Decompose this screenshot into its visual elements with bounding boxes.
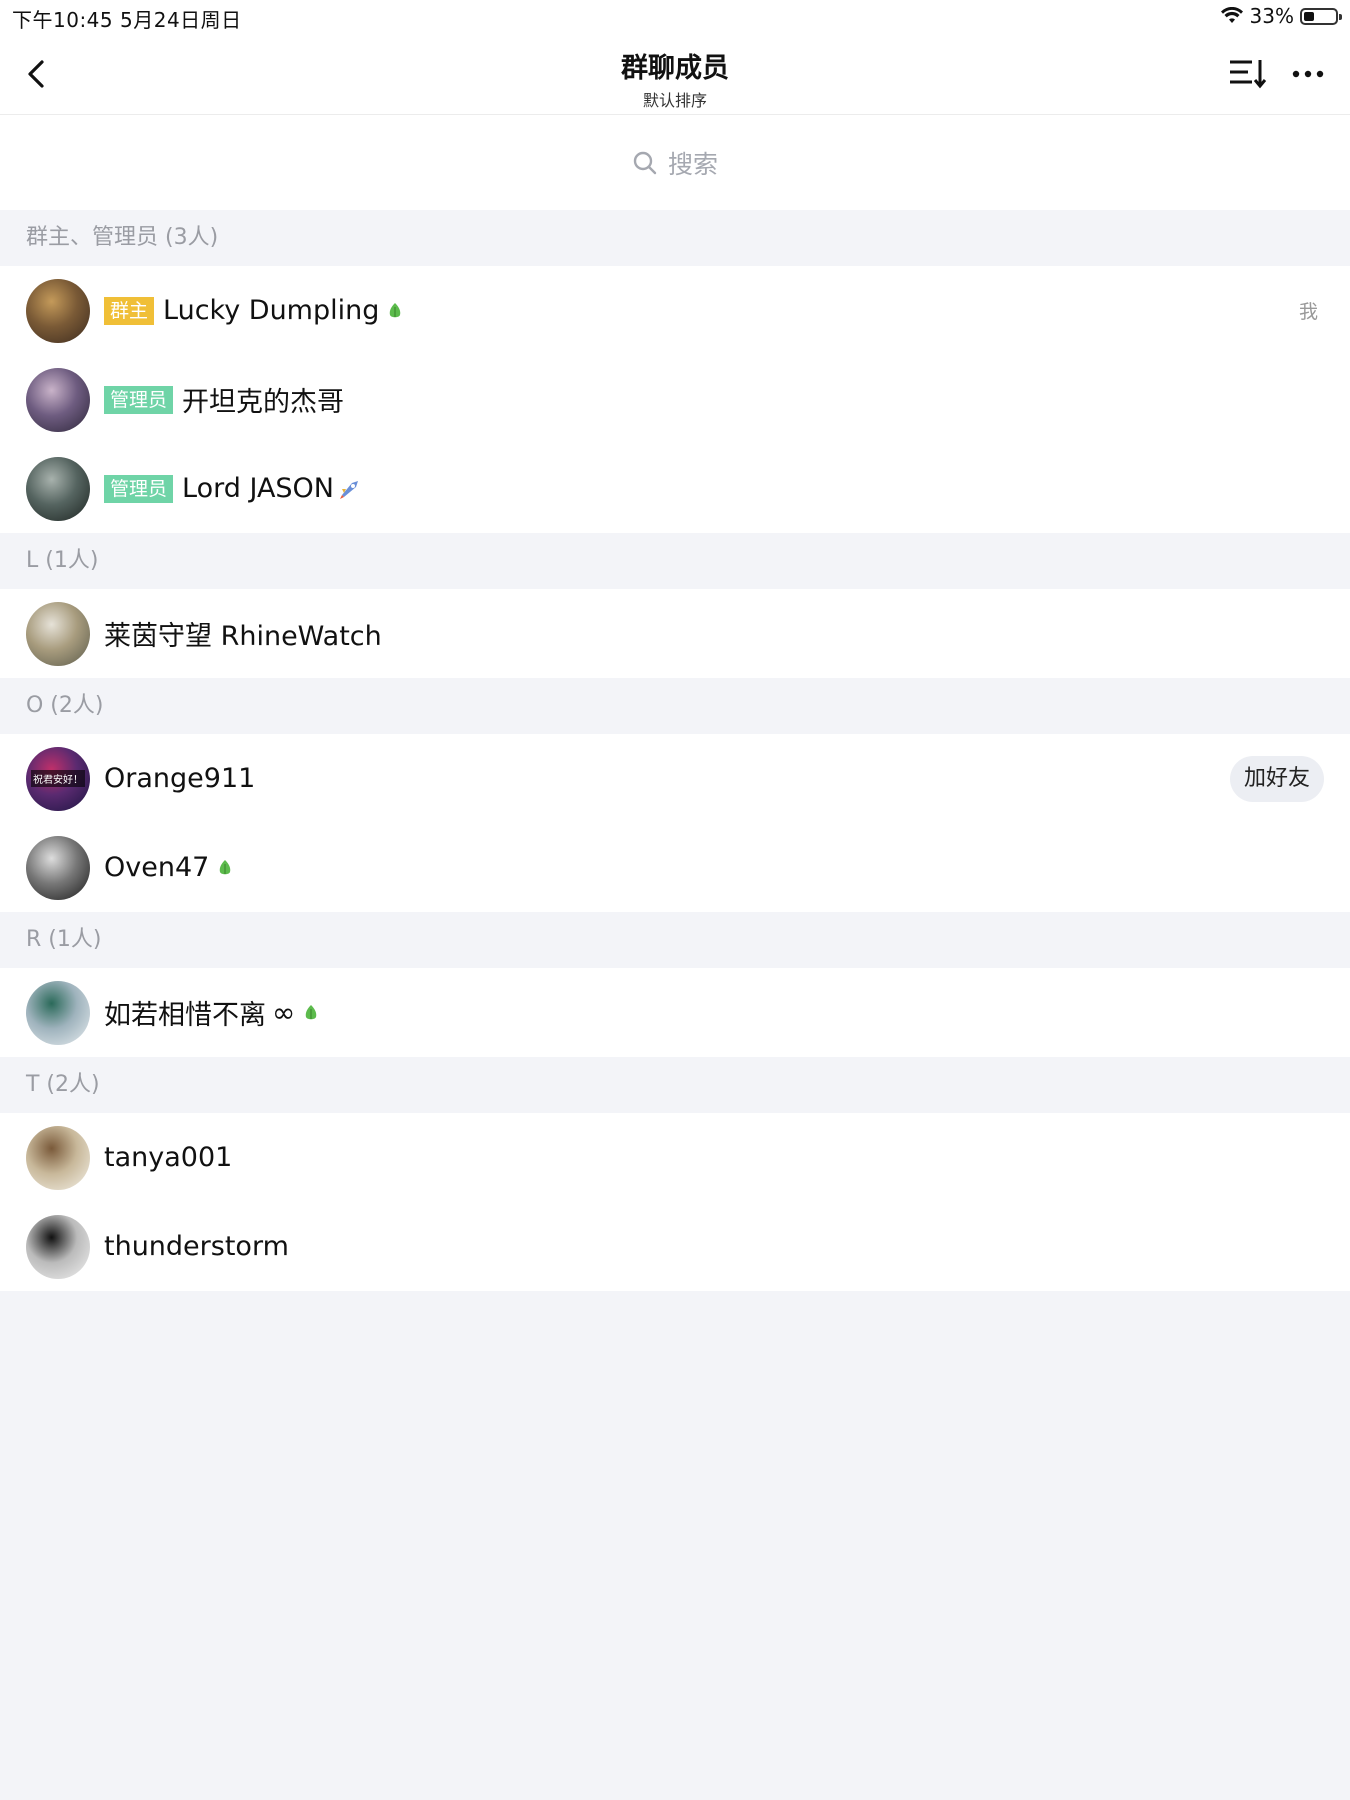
member-name: 开坦克的杰哥 [182,387,345,418]
member-name-block: thunderstorm [104,1231,289,1262]
owner-badge: 群主 [104,296,155,325]
avatar[interactable] [26,278,90,343]
member-name-block: 管理员 Lord JASON [104,473,362,504]
leaf-icon [390,302,401,317]
search-icon [633,151,657,174]
member-row[interactable]: thunderstorm [0,1202,1350,1291]
member-row[interactable]: 群主 Lucky Dumpling 我 [0,266,1350,355]
battery-percent: 33% [1249,4,1294,28]
avatar[interactable] [26,980,90,1045]
avatar[interactable] [26,835,90,900]
infinity-symbol: ∞ [272,996,296,1029]
member-row[interactable]: 管理员 开坦克的杰哥 [0,355,1350,444]
member-name: 莱茵守望 RhineWatch [104,621,382,652]
member-name: Lord JASON [182,473,334,504]
member-row[interactable]: tanya001 [0,1113,1350,1202]
status-time: 下午10:45 5月24日周日 [12,8,242,32]
member-name: Orange911 [104,763,256,794]
member-row[interactable]: 管理员 Lord JASON [0,444,1350,533]
member-name: tanya001 [104,1142,233,1173]
member-name-block: 管理员 开坦克的杰哥 [104,380,344,419]
avatar[interactable] [26,601,90,666]
title-block: 群聊成员 默认排序 [0,46,1350,111]
section-header: R (1人) [0,912,1350,968]
member-name-block: 莱茵守望 RhineWatch [104,614,382,653]
member-name-block: Orange911 [104,763,255,794]
avatar[interactable] [26,367,90,432]
section-header: L (1人) [0,533,1350,589]
more-icon[interactable] [1288,56,1328,92]
member-name-block: tanya001 [104,1142,232,1173]
battery-icon [1300,7,1342,25]
avatar[interactable] [26,1214,90,1279]
member-name: 如若相惜不离 [104,1000,266,1031]
member-row[interactable]: 莱茵守望 RhineWatch [0,589,1350,678]
leaf-icon [306,1004,317,1019]
member-list: tanya001 thunderstorm [0,1113,1350,1291]
nav-bar: 群聊成员 默认排序 [0,34,1350,115]
leaf-icon [220,859,231,874]
status-bar: 下午10:45 5月24日周日 33% [0,0,1350,34]
member-list: 祝君安好！ Orange911 加好友 Oven47 [0,734,1350,912]
avatar-text: 祝君安好！ [31,770,85,787]
member-row[interactable]: Oven47 [0,823,1350,912]
wifi-icon [1220,7,1243,23]
add-friend-button[interactable]: 加好友 [1229,755,1324,802]
avatar[interactable]: 祝君安好！ [26,746,90,811]
sort-icon[interactable] [1228,56,1268,92]
member-name-block: Oven47 [104,852,233,883]
sort-subtitle[interactable]: 默认排序 [0,87,1350,111]
member-name: Oven47 [104,852,210,883]
member-list: 群主 Lucky Dumpling 我管理员 开坦克的杰哥 管理员 Lord JASON [0,266,1350,533]
me-label: 我 [1298,301,1318,323]
section-header: 群主、管理员 (3人) [0,210,1350,266]
admin-badge: 管理员 [104,474,174,503]
page-title: 群聊成员 [621,53,729,84]
member-list: 莱茵守望 RhineWatch [0,589,1350,678]
member-sections: 群主、管理员 (3人) 群主 Lucky Dumpling 我管理员 开坦克的杰哥 管理员… [0,210,1350,1291]
status-right: 33% [1220,4,1342,28]
member-name-block: 群主 Lucky Dumpling [104,295,403,326]
member-name: Lucky Dumpling [163,295,380,326]
member-row[interactable]: 如若相惜不离 ∞ [0,968,1350,1057]
section-header: O (2人) [0,678,1350,734]
member-list: 如若相惜不离 ∞ [0,968,1350,1057]
member-name-block: 如若相惜不离 ∞ [104,993,319,1032]
admin-badge: 管理员 [104,385,174,414]
rocket-icon [340,480,358,499]
member-row[interactable]: 祝君安好！ Orange911 加好友 [0,734,1350,823]
avatar[interactable] [26,456,90,521]
search-bar[interactable]: 搜索 [0,115,1350,210]
avatar[interactable] [26,1125,90,1190]
section-header: T (2人) [0,1057,1350,1113]
member-name: thunderstorm [104,1231,289,1262]
search-placeholder: 搜索 [667,149,718,179]
